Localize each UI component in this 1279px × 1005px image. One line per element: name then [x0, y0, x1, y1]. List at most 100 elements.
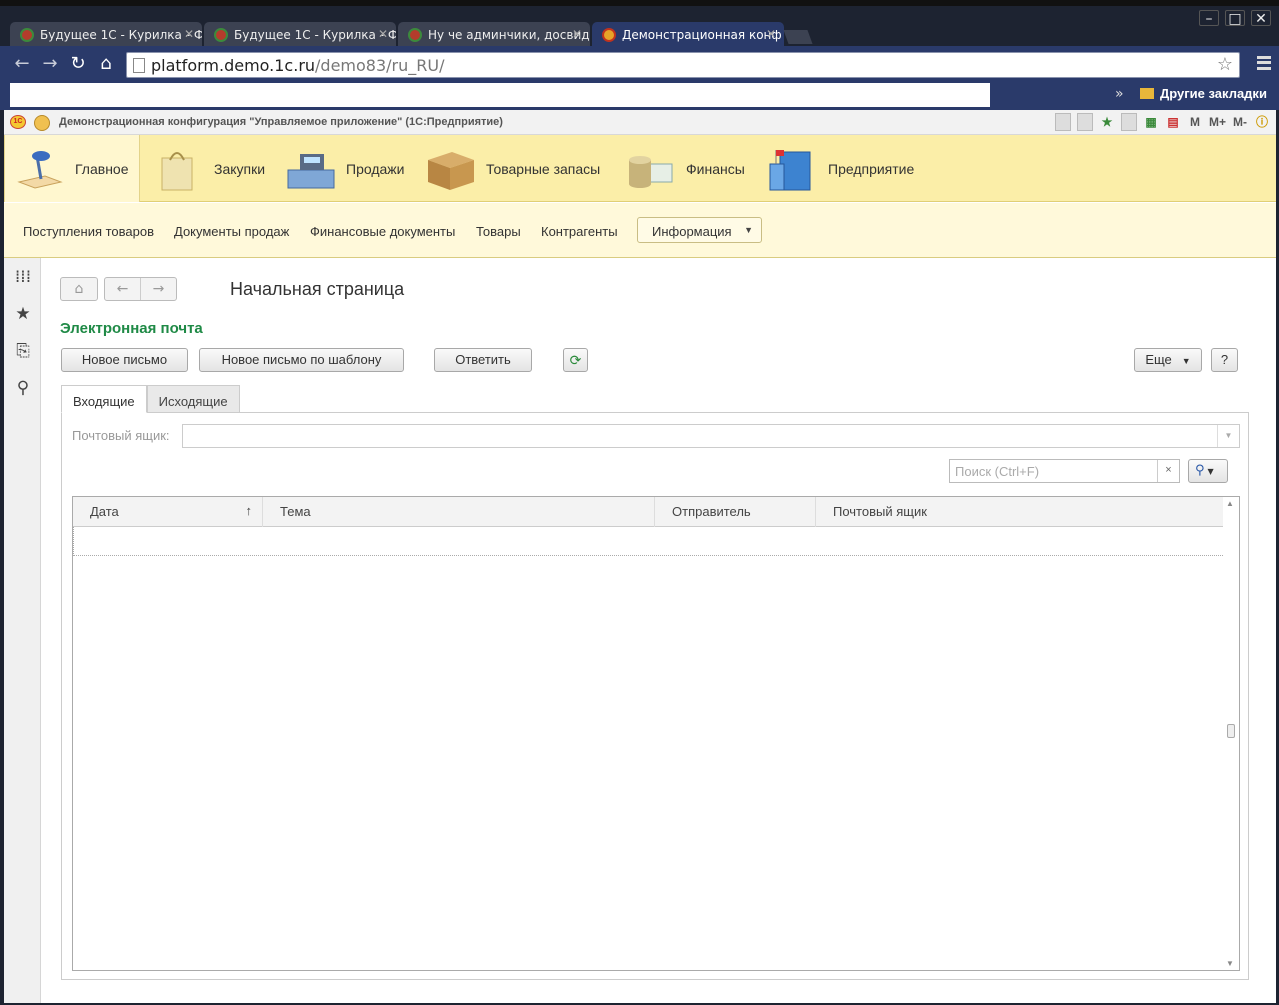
function-link[interactable]: Финансовые документы	[310, 224, 455, 239]
navigation-arrows: ← →	[104, 277, 177, 301]
home-page-button[interactable]: ⌂	[60, 277, 98, 301]
reply-button[interactable]: Ответить	[434, 348, 532, 372]
tab-outgoing[interactable]: Исходящие	[146, 385, 240, 413]
folder-icon	[1140, 88, 1154, 99]
new-letter-template-button[interactable]: Новое письмо по шаблону	[199, 348, 404, 372]
print-icon[interactable]	[1076, 113, 1093, 131]
calendar-icon[interactable]: ▤	[1165, 113, 1181, 131]
column-label: Дата	[90, 504, 119, 519]
more-button[interactable]: Еще ▼	[1134, 348, 1202, 372]
reload-icon[interactable]: ↻	[68, 54, 88, 74]
favorites-star-icon[interactable]: ★	[13, 304, 33, 324]
bookmark-star-icon[interactable]: ☆	[1217, 54, 1233, 75]
url-host: platform.demo.1c.ru	[151, 56, 316, 75]
help-button[interactable]: ?	[1211, 348, 1238, 372]
browser-menu-icon[interactable]	[1257, 56, 1271, 70]
mailbox-field[interactable]: ▼	[182, 424, 1240, 448]
search-input[interactable]: Поиск (Ctrl+F) ×	[949, 459, 1180, 483]
mailbox-label: Почтовый ящик:	[72, 428, 170, 443]
apps-grid-icon[interactable]: ⁞⁞⁞	[13, 267, 33, 287]
info-button-label: Информация	[652, 224, 732, 239]
close-tab-icon[interactable]: ✕	[378, 27, 388, 41]
section-inventory[interactable]: Товарные запасы	[426, 135, 616, 202]
close-icon[interactable]: ✕	[1251, 10, 1271, 27]
main-content: ⌂ ← → Начальная страница Электронная поч…	[41, 258, 1276, 1003]
table-row[interactable]	[73, 527, 1223, 556]
new-letter-button[interactable]: Новое письмо	[61, 348, 188, 372]
search-placeholder: Поиск (Ctrl+F)	[955, 464, 1040, 479]
function-link[interactable]: Контрагенты	[541, 224, 618, 239]
bookmarks-more-button[interactable]: »	[1115, 86, 1124, 102]
memory-minus-button[interactable]: M-	[1232, 113, 1248, 131]
new-tab-button[interactable]	[783, 30, 813, 44]
cash-register-icon	[286, 146, 336, 192]
section-label: Товарные запасы	[486, 160, 601, 177]
maximize-icon[interactable]: □	[1225, 10, 1245, 27]
shopping-bag-icon	[154, 146, 204, 192]
clear-search-icon[interactable]: ×	[1157, 460, 1179, 482]
back-icon[interactable]: ←	[12, 54, 32, 74]
chevron-down-icon[interactable]: ▼	[1217, 425, 1239, 447]
favicon-icon	[214, 28, 228, 42]
forward-arrow-icon[interactable]: →	[141, 278, 176, 300]
other-bookmarks-button[interactable]: Другие закладки	[1140, 86, 1267, 101]
browser-tab-active[interactable]: Демонстрационная конф ✕	[592, 22, 784, 46]
section-sales[interactable]: Продажи	[286, 135, 416, 202]
section-finance[interactable]: Финансы	[626, 135, 756, 202]
browser-tab[interactable]: Будущее 1С - Курилка - Ф ✕	[10, 22, 202, 46]
home-icon[interactable]: ⌂	[96, 54, 116, 74]
save-icon[interactable]	[1054, 113, 1071, 131]
tab-panel: Почтовый ящик: ▼ Поиск (Ctrl+F) × ⚲ ▼ Дат…	[61, 412, 1249, 980]
back-arrow-icon[interactable]: ←	[105, 278, 141, 300]
scroll-thumb[interactable]	[1227, 724, 1235, 738]
column-date[interactable]: Дата ↑	[73, 497, 263, 527]
favicon-1c-icon	[602, 28, 616, 42]
app-toolbar: ★ ▦ ▤ M M+ M- ⓘ	[1054, 113, 1270, 131]
main-menu-icon[interactable]	[34, 115, 50, 131]
forward-icon[interactable]: →	[40, 54, 60, 74]
refresh-button[interactable]: ⟳	[563, 348, 588, 372]
search-icon[interactable]: ⚲	[13, 378, 33, 398]
info-dropdown-button[interactable]: Информация ▼	[637, 217, 762, 243]
close-tab-icon[interactable]: ✕	[572, 27, 582, 41]
section-main[interactable]: Главное	[4, 135, 140, 202]
column-sender[interactable]: Отправитель	[655, 497, 816, 527]
box-icon	[426, 146, 476, 192]
function-link[interactable]: Поступления товаров	[23, 224, 154, 239]
close-tab-icon[interactable]: ✕	[766, 27, 776, 41]
function-link[interactable]: Документы продаж	[174, 224, 289, 239]
browser-tab-title: Будущее 1С - Курилка - Ф	[40, 28, 202, 42]
info-icon[interactable]: ⓘ	[1254, 113, 1270, 131]
calculator-icon[interactable]: ▦	[1143, 113, 1159, 131]
scroll-up-icon[interactable]: ▲	[1226, 499, 1234, 508]
add-favorite-icon[interactable]: ★	[1099, 113, 1115, 131]
app-title: Демонстрационная конфигурация "Управляем…	[59, 116, 503, 128]
memory-plus-button[interactable]: M+	[1209, 113, 1226, 131]
column-mailbox[interactable]: Почтовый ящик	[816, 497, 1223, 527]
close-tab-icon[interactable]: ✕	[184, 27, 194, 41]
link-icon[interactable]	[1120, 113, 1137, 131]
mail-tabs: Входящие Исходящие	[61, 385, 240, 413]
browser-tab[interactable]: Будущее 1С - Курилка - Ф ✕	[204, 22, 396, 46]
scroll-down-icon[interactable]: ▼	[1226, 959, 1234, 968]
minimize-icon[interactable]: –	[1199, 10, 1219, 27]
bookmarks-area	[10, 83, 990, 107]
column-label: Почтовый ящик	[833, 504, 927, 519]
section-enterprise[interactable]: Предприятие	[768, 135, 918, 202]
1c-logo-icon: 1С	[10, 115, 26, 129]
vertical-scrollbar[interactable]: ▲ ▼	[1223, 497, 1239, 970]
memory-button[interactable]: M	[1187, 113, 1203, 131]
browser-tab[interactable]: Ну че админчики, досвид ✕	[398, 22, 590, 46]
section-purchases[interactable]: Закупки	[154, 135, 274, 202]
history-icon[interactable]: ⎘	[13, 341, 33, 361]
column-subject[interactable]: Тема	[263, 497, 655, 527]
address-bar[interactable]: platform.demo.1c.ru/demo83/ru_RU/ ☆	[126, 52, 1240, 78]
chevron-down-icon: ▼	[1181, 356, 1191, 366]
page-title: Начальная страница	[230, 279, 405, 299]
function-link[interactable]: Товары	[476, 224, 521, 239]
search-options-button[interactable]: ⚲ ▼	[1188, 459, 1228, 483]
sections-panel: Главное Закупки Продажи Товарные запасы	[4, 135, 1276, 202]
column-label: Отправитель	[672, 504, 751, 519]
favicon-icon	[408, 28, 422, 42]
tab-incoming[interactable]: Входящие	[61, 385, 147, 413]
